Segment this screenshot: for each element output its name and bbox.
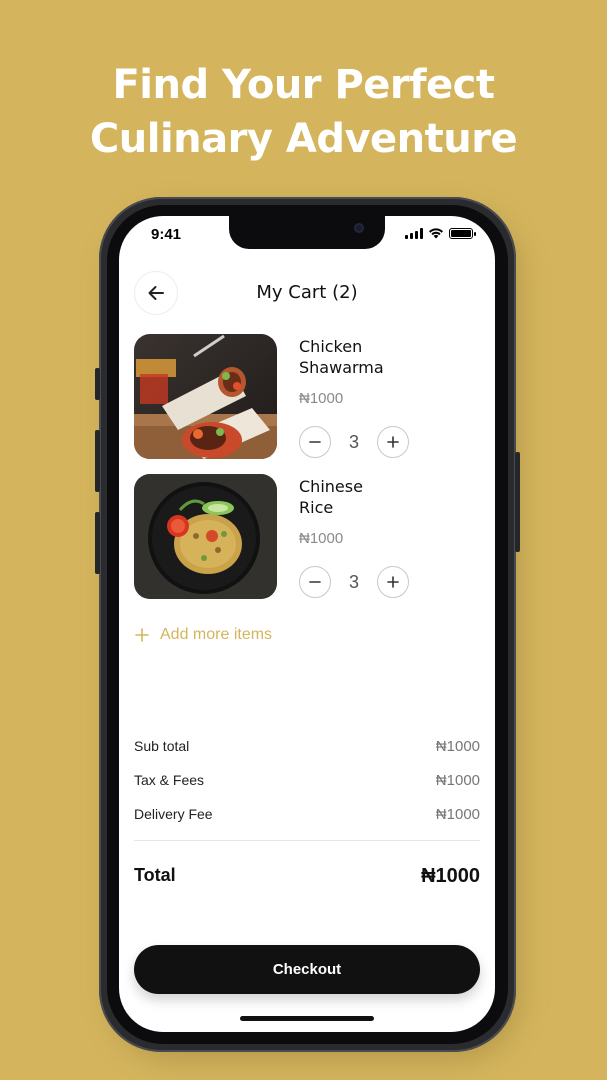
decrease-quantity-button[interactable]	[299, 426, 331, 458]
item-price: ₦1000	[299, 530, 344, 547]
home-indicator	[240, 1016, 374, 1021]
cart-item: Chicken Shawarma ₦1000 3	[134, 334, 479, 460]
summary-row-tax: Tax & Fees ₦1000	[134, 772, 480, 789]
page-title: My Cart (2)	[256, 282, 358, 303]
volume-up-button	[95, 430, 100, 492]
increase-quantity-button[interactable]	[377, 426, 409, 458]
quantity-stepper: 3	[299, 566, 409, 598]
notch	[229, 216, 385, 249]
summary-row-subtotal: Sub total ₦1000	[134, 738, 480, 755]
quantity-stepper: 3	[299, 426, 409, 458]
quantity-value: 3	[348, 431, 359, 452]
tax-fees-label: Tax & Fees	[134, 772, 205, 788]
add-more-items-label: Add more items	[160, 626, 273, 643]
cart-item: Chinese Rice ₦1000 3	[134, 474, 479, 600]
headline-line-1: Find Your Perfect	[112, 62, 495, 108]
minus-icon	[309, 441, 321, 443]
minus-icon	[309, 581, 321, 583]
quantity-value: 3	[348, 571, 359, 592]
summary-divider	[134, 840, 480, 841]
promo-headline: Find Your Perfect Culinary Adventure	[0, 58, 607, 166]
summary-row-delivery: Delivery Fee ₦1000	[134, 806, 480, 823]
total-row: Total ₦1000	[134, 865, 480, 888]
plus-icon	[387, 436, 399, 448]
front-camera	[354, 223, 364, 233]
item-name: Chinese Rice	[299, 476, 363, 518]
item-name-line-1: Chicken	[299, 337, 363, 356]
power-button	[515, 452, 520, 552]
status-time: 9:41	[151, 226, 182, 243]
increase-quantity-button[interactable]	[377, 566, 409, 598]
item-name: Chicken Shawarma	[299, 336, 384, 378]
chinese-rice-image	[134, 474, 277, 599]
tax-fees-value: ₦1000	[435, 772, 480, 789]
delivery-fee-label: Delivery Fee	[134, 806, 213, 822]
chicken-shawarma-image	[134, 334, 277, 459]
add-more-items-link[interactable]: Add more items	[134, 626, 272, 644]
total-value: ₦1000	[421, 865, 480, 887]
battery-icon	[449, 227, 476, 239]
wifi-icon	[429, 228, 443, 239]
headline-line-2: Culinary Adventure	[89, 116, 518, 162]
delivery-fee-value: ₦1000	[435, 806, 480, 823]
status-icons	[405, 227, 476, 239]
subtotal-label: Sub total	[134, 738, 190, 754]
checkout-button[interactable]: Checkout	[134, 945, 480, 994]
item-name-line-1: Chinese	[299, 477, 363, 496]
phone-screen: 9:41 My Cart (2) Chicken Shawarma ₦1000 …	[119, 216, 495, 1032]
item-price: ₦1000	[299, 390, 344, 407]
total-label: Total	[134, 865, 176, 885]
item-name-line-2: Rice	[299, 498, 334, 517]
plus-icon	[387, 576, 399, 588]
volume-down-button	[95, 512, 100, 574]
decrease-quantity-button[interactable]	[299, 566, 331, 598]
plus-icon	[135, 628, 149, 642]
cellular-signal-icon	[405, 227, 423, 239]
mute-switch	[95, 368, 100, 400]
subtotal-value: ₦1000	[435, 738, 480, 755]
item-name-line-2: Shawarma	[299, 358, 384, 377]
